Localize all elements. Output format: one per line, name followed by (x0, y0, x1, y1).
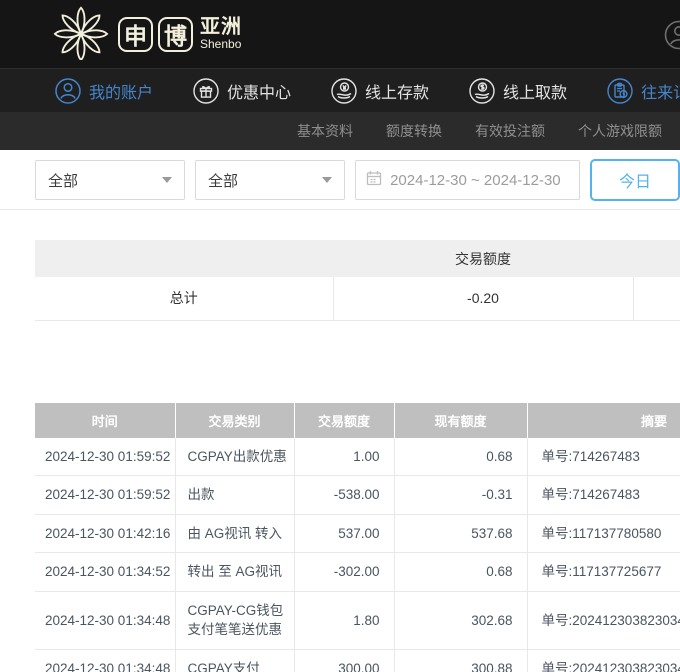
logo-region-text: 亚洲 (200, 17, 242, 38)
cell-time: 2024-12-30 01:34:48 (35, 591, 175, 649)
transactions-header-row: 时间 交易类别 交易额度 现有额度 摘要 (35, 403, 680, 438)
cell-amount: 1.00 (294, 438, 394, 476)
category-select[interactable]: 全部 (35, 160, 185, 200)
cell-summary: 单号:714267483 (527, 476, 680, 515)
cell-amount: 1.80 (294, 591, 394, 649)
table-row: 2024-12-30 01:34:52 转出 至 AG视讯 -302.00 0.… (35, 553, 680, 592)
summary-total-label: 总计 (35, 277, 333, 320)
cell-type: 转出 至 AG视讯 (175, 553, 294, 592)
chevron-down-icon (162, 177, 172, 183)
nav-item-my-account[interactable]: 我的账户 (55, 78, 153, 104)
calendar-icon (366, 170, 382, 190)
cell-amount: -538.00 (294, 476, 394, 515)
date-range-input[interactable]: 2024-12-30 ~ 2024-12-30 (355, 160, 580, 200)
nav-item-records[interactable]: 往来记录 (607, 78, 680, 104)
summary-header-amount: 交易额度 (333, 240, 633, 277)
cell-amount: -302.00 (294, 553, 394, 592)
table-row: 2024-12-30 01:34:48 CGPAY支付 300.00 300.8… (35, 649, 680, 672)
nav-item-label: 往来记录 (641, 79, 680, 103)
brand-header: 申 博 亚洲 Shenbo (0, 0, 680, 68)
today-button[interactable]: 今日 (590, 159, 680, 201)
nav-item-label: 优惠中心 (227, 79, 291, 103)
cell-balance: 0.68 (394, 553, 527, 592)
col-header-time: 时间 (35, 403, 175, 438)
subnav-item-valid-bets[interactable]: 有效投注额 (475, 121, 545, 141)
cell-time: 2024-12-30 01:34:48 (35, 649, 175, 672)
user-avatar-icon[interactable] (664, 20, 680, 55)
logo-char-shen: 申 (118, 17, 153, 52)
cell-summary: 单号:117137780580 (527, 514, 680, 553)
cell-balance: -0.31 (394, 476, 527, 515)
subnav-item-game-limits[interactable]: 个人游戏限额 (578, 121, 662, 141)
col-header-balance: 现有额度 (394, 403, 527, 438)
main-nav: 我的账户 优惠中心 线上存款 线上 (0, 68, 680, 112)
cell-balance: 302.68 (394, 591, 527, 649)
category-select-value: 全部 (48, 170, 78, 191)
summary-total-extra (633, 277, 680, 320)
nav-item-label: 线上取款 (503, 79, 567, 103)
subnav-item-basic-info[interactable]: 基本资料 (297, 121, 353, 141)
cell-time: 2024-12-30 01:59:52 (35, 438, 175, 476)
cell-balance: 0.68 (394, 438, 527, 476)
nav-item-withdraw[interactable]: 线上取款 (469, 78, 567, 104)
deposit-coin-hand-icon (331, 78, 357, 104)
cell-type: 由 AG视讯 转入 (175, 514, 294, 553)
account-sub-nav: 基本资料 额度转换 有效投注额 个人游戏限额 (0, 112, 680, 150)
records-clipboard-icon (607, 78, 633, 104)
summary-header-empty (35, 240, 333, 277)
user-icon (55, 78, 81, 104)
cell-summary: 单号:714267483 (527, 438, 680, 476)
cell-summary: 单号:117137725677 (527, 553, 680, 592)
nav-item-deposit[interactable]: 线上存款 (331, 78, 429, 104)
summary-header-row: 交易额度 (35, 240, 680, 277)
subnav-item-quota-transfer[interactable]: 额度转换 (386, 121, 442, 141)
nav-item-promotions[interactable]: 优惠中心 (193, 78, 291, 104)
col-header-type: 交易类别 (175, 403, 294, 438)
table-row: 2024-12-30 01:34:48 CGPAY-CG钱包支付笔笔送优惠 1.… (35, 591, 680, 649)
gift-icon (193, 78, 219, 104)
date-range-value: 2024-12-30 ~ 2024-12-30 (390, 172, 561, 189)
cell-amount: 537.00 (294, 514, 394, 553)
table-row: 2024-12-30 01:42:16 由 AG视讯 转入 537.00 537… (35, 514, 680, 553)
type-select[interactable]: 全部 (195, 160, 345, 200)
logo-char-bo: 博 (158, 17, 193, 52)
cell-amount: 300.00 (294, 649, 394, 672)
cell-type: CGPAY出款优惠 (175, 438, 294, 476)
cell-type: CGPAY支付 (175, 649, 294, 672)
cell-balance: 537.68 (394, 514, 527, 553)
summary-total-row: 总计 -0.20 (35, 277, 680, 320)
cell-type: 出款 (175, 476, 294, 515)
type-select-value: 全部 (208, 170, 238, 191)
summary-table: 交易额度 总计 -0.20 (35, 240, 680, 321)
cell-time: 2024-12-30 01:42:16 (35, 514, 175, 553)
filter-bar: 全部 全部 2024-12-30 ~ 2024-12-30 今日 (0, 160, 680, 200)
cell-time: 2024-12-30 01:59:52 (35, 476, 175, 515)
transactions-table: 时间 交易类别 交易额度 现有额度 摘要 2024-12-30 01:59:52… (35, 403, 680, 672)
chevron-down-icon (322, 177, 332, 183)
withdraw-coin-hand-icon (469, 78, 495, 104)
filter-divider (0, 209, 680, 210)
cell-type: CGPAY-CG钱包支付笔笔送优惠 (175, 591, 294, 649)
nav-item-label: 我的账户 (89, 79, 153, 103)
table-row: 2024-12-30 01:59:52 CGPAY出款优惠 1.00 0.68 … (35, 438, 680, 476)
logo-latin-text: Shenbo (200, 38, 242, 51)
cell-summary: 单号:2024123038230340 (527, 591, 680, 649)
flower-logo-icon (52, 4, 110, 65)
logo-wordmark: 亚洲 Shenbo (200, 17, 242, 51)
col-header-summary: 摘要 (527, 403, 680, 438)
table-row: 2024-12-30 01:59:52 出款 -538.00 -0.31 单号:… (35, 476, 680, 515)
summary-header-empty (633, 240, 680, 277)
summary-total-value: -0.20 (333, 277, 633, 320)
cell-time: 2024-12-30 01:34:52 (35, 553, 175, 592)
nav-item-label: 线上存款 (365, 79, 429, 103)
col-header-amount: 交易额度 (294, 403, 394, 438)
cell-balance: 300.88 (394, 649, 527, 672)
cell-summary: 单号:2024123038230340 (527, 649, 680, 672)
